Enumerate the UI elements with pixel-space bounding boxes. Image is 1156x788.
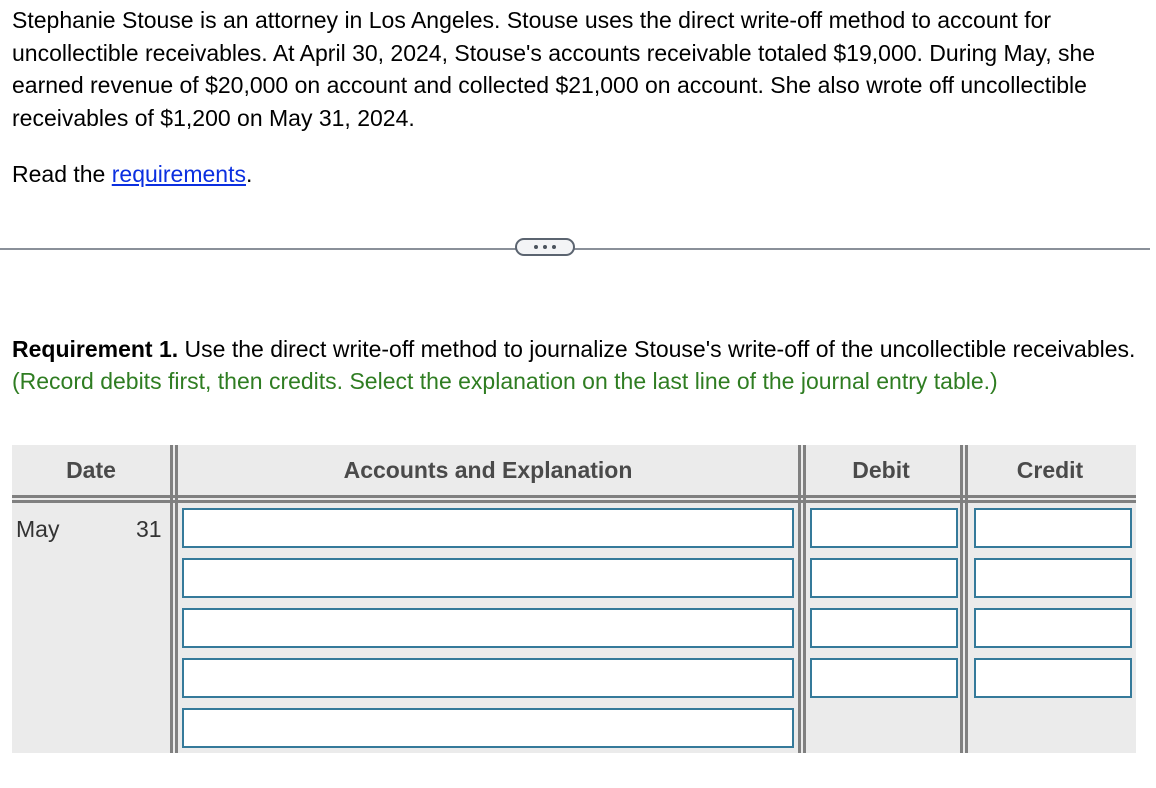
column-divider (960, 445, 968, 753)
date-month: May (16, 516, 60, 542)
date-day: 31 (136, 516, 162, 542)
requirement-1: Requirement 1. Use the direct write-off … (12, 333, 1142, 397)
debit-input-row-3[interactable] (810, 608, 958, 648)
debit-input-row-1[interactable] (810, 508, 958, 548)
account-input-row-1[interactable] (182, 508, 794, 548)
requirement-hint: (Record debits first, then credits. Sele… (12, 368, 998, 394)
read-requirements-suffix: . (245, 161, 253, 187)
account-input-row-4[interactable] (182, 658, 794, 698)
credit-input-row-2[interactable] (974, 558, 1132, 598)
credit-input-row-3[interactable] (974, 608, 1132, 648)
credit-input-row-4[interactable] (974, 658, 1132, 698)
column-divider (170, 445, 178, 753)
requirement-text: Use the direct write-off method to journ… (178, 336, 1136, 362)
account-input-row-3[interactable] (182, 608, 794, 648)
requirement-label: Requirement 1. (12, 336, 179, 362)
credit-input-row-1[interactable] (974, 508, 1132, 548)
debit-input-row-2[interactable] (810, 558, 958, 598)
account-input-row-2[interactable] (182, 558, 794, 598)
journal-entry-table: Date Accounts and Explanation Debit Cred… (12, 445, 1136, 753)
column-divider (798, 445, 806, 753)
requirements-link[interactable]: requirements (112, 161, 246, 187)
header-credit: Credit (1016, 456, 1084, 483)
header-debit: Debit (852, 456, 910, 483)
debit-input-row-4[interactable] (810, 658, 958, 698)
ellipsis-icon (552, 245, 556, 249)
expand-collapse-button[interactable] (515, 238, 575, 256)
read-requirements-prefix: Read the (12, 161, 112, 187)
header-date: Date (66, 456, 116, 483)
problem-statement: Stephanie Stouse is an attorney in Los A… (12, 7, 1096, 131)
read-requirements-line: Read the requirements. (12, 158, 252, 190)
ellipsis-icon (534, 245, 538, 249)
explanation-input[interactable] (182, 708, 794, 748)
ellipsis-icon (543, 245, 547, 249)
section-divider (0, 248, 1150, 250)
header-accounts: Accounts and Explanation (343, 456, 633, 483)
